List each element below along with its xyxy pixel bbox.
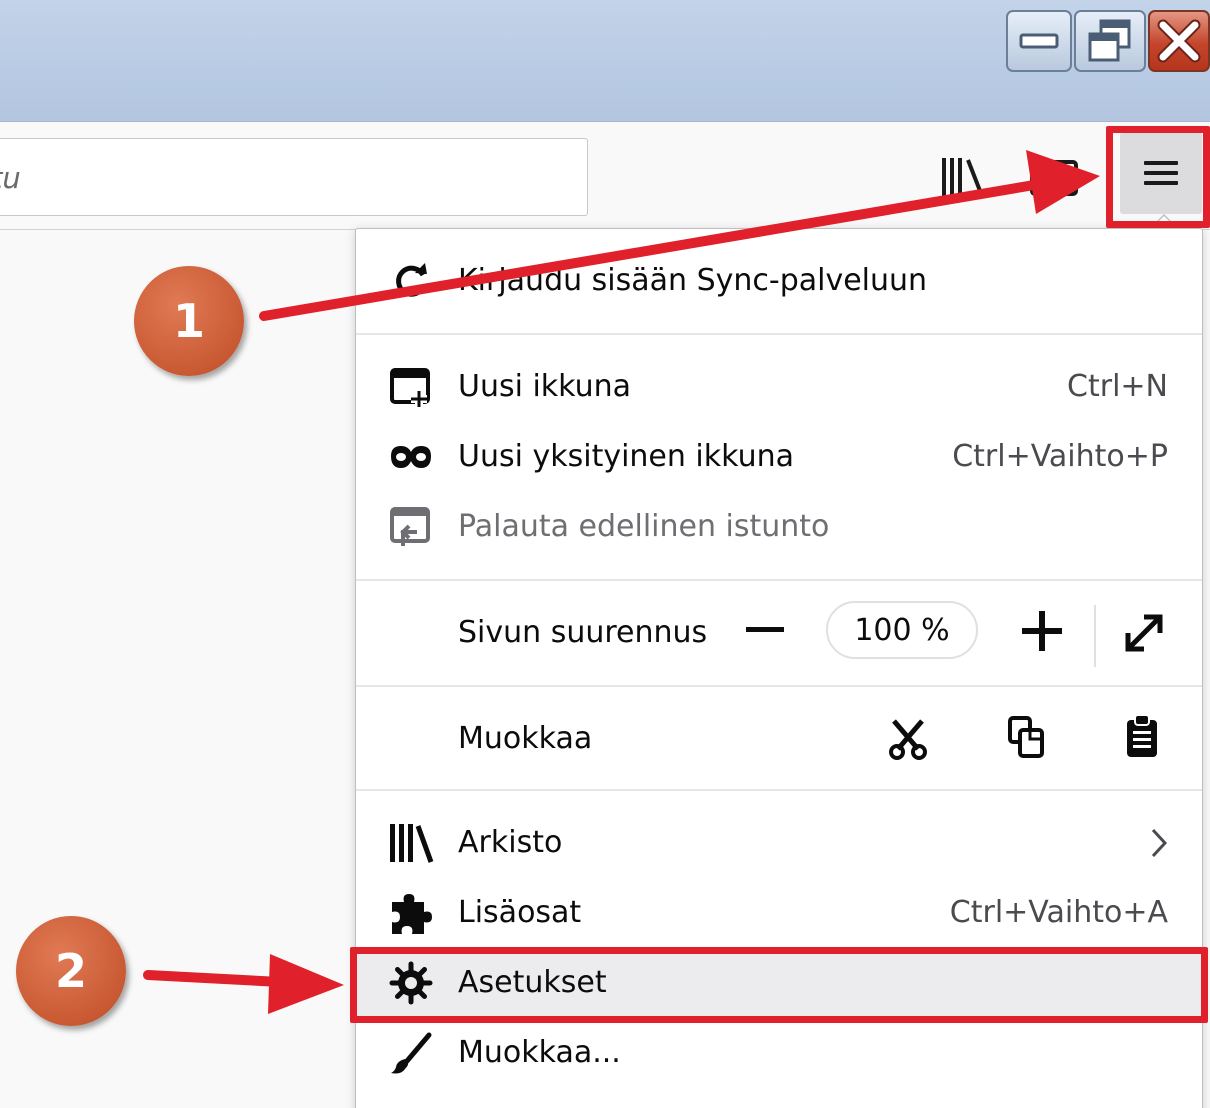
fullscreen-icon	[1125, 614, 1163, 652]
library-icon	[388, 823, 434, 863]
menu-item-restore-session[interactable]: Palauta edellinen istunto	[356, 493, 1202, 561]
navigation-toolbar: tu	[0, 122, 1210, 230]
clipboard-icon	[1127, 714, 1157, 757]
menu-item-label: Palauta edellinen istunto	[458, 509, 830, 544]
scissors-icon	[889, 719, 927, 760]
edit-label: Muokkaa	[458, 721, 593, 756]
arrow-step-2	[143, 954, 344, 1014]
close-icon	[1157, 19, 1201, 63]
menu-separator	[356, 333, 1202, 335]
chevron-right-icon	[1150, 827, 1168, 863]
menu-item-sync[interactable]: Kirjaudu sisään Sync-palveluun	[356, 247, 1202, 315]
url-bar[interactable]: tu	[0, 138, 588, 216]
menu-item-zoom: Sivun suurennus 100 %	[356, 591, 1202, 679]
menu-item-label: Lisäosat	[458, 895, 582, 930]
menu-item-customize[interactable]: Muokkaa...	[356, 1019, 1202, 1087]
menu-separator	[356, 579, 1202, 581]
restore-session-icon	[388, 507, 434, 547]
zoom-divider	[1094, 605, 1096, 667]
menu-item-label: Muokkaa...	[458, 1035, 621, 1070]
fullscreen-button[interactable]	[1122, 611, 1166, 659]
menu-item-library[interactable]: Arkisto	[356, 809, 1202, 877]
highlight-box-menu-button	[1106, 126, 1210, 228]
sidebar-icon[interactable]	[1030, 160, 1078, 196]
window-titlebar	[0, 0, 1210, 122]
step-badge-1: 1	[134, 266, 244, 376]
menu-item-addons[interactable]: Lisäosat Ctrl+Vaihto+A	[356, 879, 1202, 947]
shortcut-text: Ctrl+N	[1067, 369, 1168, 404]
shortcut-text: Ctrl+Vaihto+P	[952, 439, 1168, 474]
highlight-box-options	[350, 947, 1208, 1023]
minimize-button[interactable]	[1006, 10, 1072, 72]
minimize-icon	[1019, 33, 1059, 49]
menu-item-edit: Muokkaa	[356, 701, 1202, 777]
zoom-in-button[interactable]	[1022, 611, 1062, 651]
zoom-out-button[interactable]	[746, 627, 784, 632]
copy-button[interactable]	[1006, 715, 1046, 763]
menu-item-label: Arkisto	[458, 825, 563, 860]
cut-button[interactable]	[888, 717, 928, 765]
zoom-value: 100 %	[854, 612, 950, 648]
restore-button[interactable]	[1074, 10, 1146, 72]
library-button[interactable]	[940, 156, 986, 202]
copy-icon	[1008, 716, 1044, 758]
shortcut-text: Ctrl+Vaihto+A	[949, 895, 1168, 930]
menu-item-label: Uusi ikkuna	[458, 369, 632, 404]
restore-icon	[1088, 19, 1131, 62]
puzzle-piece-icon	[388, 893, 434, 934]
menu-separator	[356, 685, 1202, 687]
menu-item-label: Uusi yksityinen ikkuna	[458, 439, 795, 474]
sync-icon	[388, 261, 434, 301]
url-bar-text: tu	[0, 161, 21, 195]
close-button[interactable]	[1148, 10, 1210, 72]
menu-item-private-window[interactable]: Uusi yksityinen ikkuna Ctrl+Vaihto+P	[356, 423, 1202, 491]
private-mask-icon	[388, 437, 434, 477]
paste-button[interactable]	[1124, 713, 1160, 763]
library-icon	[942, 158, 984, 197]
menu-item-new-window[interactable]: Uusi ikkuna Ctrl+N	[356, 353, 1202, 421]
zoom-label: Sivun suurennus	[458, 615, 708, 650]
menu-item-label: Kirjaudu sisään Sync-palveluun	[458, 263, 928, 298]
zoom-reset-button[interactable]: 100 %	[826, 601, 978, 659]
menu-separator	[356, 789, 1202, 791]
paintbrush-icon	[388, 1032, 434, 1074]
step-badge-2: 2	[16, 916, 126, 1026]
new-window-icon	[388, 367, 434, 407]
